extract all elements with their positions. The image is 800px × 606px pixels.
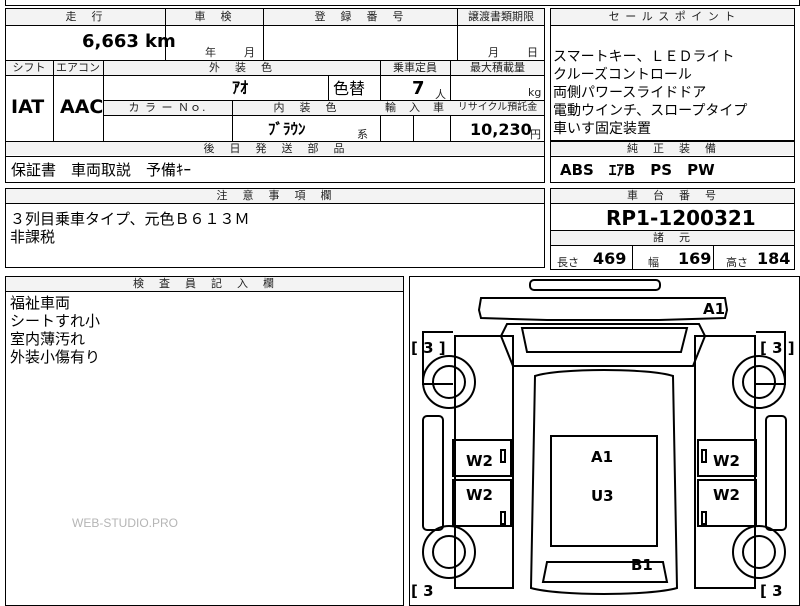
transfer-month-unit: 月 <box>488 46 499 59</box>
tire-depth-front-left: [ 3 ] <box>411 339 446 357</box>
color-no-label: カ ラ ー Ｎｏ. <box>128 101 207 114</box>
tire-depth-front-right: [ 3 ] <box>760 339 795 357</box>
length-value: 469 <box>593 249 627 268</box>
notes-list: ３列目乗車タイプ、元色Ｂ６１３Ｍ 非課税 <box>10 210 250 246</box>
rear-right-wheel-hub <box>742 535 776 569</box>
roof <box>529 369 679 595</box>
front-left-wheel-hub <box>432 365 466 399</box>
transfer-day-unit: 日 <box>527 46 538 59</box>
door-handle <box>500 511 506 525</box>
chassis-label: 車 台 番 号 <box>627 189 718 202</box>
inspector-label: 検 査 員 記 入 欄 <box>133 277 276 290</box>
recycle-label: リサイクル預託金 <box>457 102 538 113</box>
hood <box>477 297 729 321</box>
height-label: 高さ <box>726 256 748 269</box>
mark-roof: A1 <box>591 448 614 466</box>
chassis-number: RP1-1200321 <box>606 206 756 230</box>
shift-label: シフト <box>12 61 46 74</box>
inspector-line: 外装小傷有り <box>10 348 101 366</box>
mark-left-front-window: W2 <box>466 452 493 470</box>
interior-color-value: ﾌﾞﾗｳﾝ <box>268 120 306 138</box>
recycle-fee-value: 10,230 <box>470 120 532 139</box>
width-value: 169 <box>678 249 712 268</box>
height-value: 184 <box>757 249 791 268</box>
front-bumper <box>529 279 661 291</box>
width-label: 幅 <box>648 256 659 269</box>
import-label: 輸 入 車 <box>385 101 445 114</box>
capacity-value: 7 <box>412 78 425 99</box>
mark-roof-center: U3 <box>591 487 614 505</box>
mark-right-rear-window: W2 <box>713 486 740 504</box>
inspector-notes: 福祉車両 シートすれ小 室内薄汚れ 外装小傷有り <box>10 294 100 366</box>
car-diagram <box>422 279 787 595</box>
rear-left-wheel-hub <box>432 535 466 569</box>
door-handle <box>701 511 707 525</box>
mark-right-front-window: W2 <box>713 452 740 470</box>
shaken-month-unit: 月 <box>244 46 255 59</box>
interior-color-label: 内 装 色 <box>273 101 339 114</box>
note-line: 非課税 <box>10 228 56 246</box>
mark-rear: B1 <box>631 556 653 574</box>
sales-points-list: スマートキー、ＬＥＤライト クルーズコントロール 両側パワースライドドア 電動ウ… <box>553 48 747 138</box>
watermark: WEB-STUDIO.PRO <box>72 516 179 530</box>
shift-value: IAT <box>11 96 45 118</box>
front-right-wheel <box>732 355 786 409</box>
registration-label: 登 録 番 号 <box>314 10 406 23</box>
mark-left-rear-window: W2 <box>466 486 493 504</box>
inspector-line: 室内薄汚れ <box>10 330 86 348</box>
exterior-color-label: 外 装 色 <box>209 61 274 74</box>
front-windshield <box>520 327 689 353</box>
shaken-label: 車 検 <box>194 10 234 23</box>
accessories-label: 後 日 発 送 部 品 <box>203 142 347 155</box>
transfer-deadline-label: 譲渡書類期限 <box>468 10 534 23</box>
capacity-label: 乗車定員 <box>393 61 437 74</box>
door-handle <box>500 449 506 463</box>
accessories-value: 保証書 車両取説 予備ｷｰ <box>11 161 192 179</box>
hood-outline <box>499 323 707 367</box>
mileage-unit: km <box>145 31 176 52</box>
inspector-line: 福祉車両 <box>10 294 71 312</box>
sales-point: 電動ウインチ、スロープタイプ <box>553 103 748 119</box>
equipment-value: ABS ｴｱB PS PW <box>560 161 715 179</box>
shaken-year-unit: 年 <box>205 46 216 59</box>
sales-point: 車いす固定装置 <box>553 121 651 137</box>
ac-label: エアコン <box>56 61 100 74</box>
sales-point: クルーズコントロール <box>553 67 692 83</box>
note-line: ３列目乗車タイプ、元色Ｂ６１３Ｍ <box>10 210 250 228</box>
door-handle <box>701 449 707 463</box>
mileage-value: 6,663 <box>82 31 139 52</box>
max-load-unit: kg <box>528 86 542 99</box>
max-load-label: 最大積載量 <box>470 61 525 74</box>
front-right-wheel-hub <box>742 365 776 399</box>
equipment-label: 純 正 装 備 <box>627 142 718 155</box>
mark-front-roof: A1 <box>703 300 726 318</box>
exterior-color-value: ｱｵ <box>232 78 249 97</box>
length-label: 長さ <box>557 256 579 269</box>
recycle-unit: 円 <box>530 128 541 141</box>
specs-label: 諸 元 <box>653 231 692 244</box>
front-left-wheel <box>422 355 476 409</box>
tire-depth-rear-right: [ 3 <box>760 582 783 600</box>
top-strip <box>5 0 800 6</box>
sales-points-label: セ ー ル ス ポ イ ン ト <box>608 10 737 23</box>
sales-point: 両側パワースライドドア <box>553 85 707 101</box>
mileage-label: 走 行 <box>65 10 105 23</box>
rear-left-wheel <box>422 525 476 579</box>
sales-point: スマートキー、ＬＥＤライト <box>553 49 735 65</box>
rear-right-wheel <box>732 525 786 579</box>
tire-depth-rear-left: [ 3 <box>411 582 434 600</box>
inspector-line: シートすれ小 <box>10 312 101 330</box>
right-sill <box>765 415 787 531</box>
notes-label: 注 意 事 項 欄 <box>216 189 334 202</box>
ac-value: AAC <box>60 96 104 118</box>
left-sill <box>422 415 444 531</box>
repaint-flag: 色替 <box>333 79 366 98</box>
interior-suffix: 系 <box>357 128 368 141</box>
